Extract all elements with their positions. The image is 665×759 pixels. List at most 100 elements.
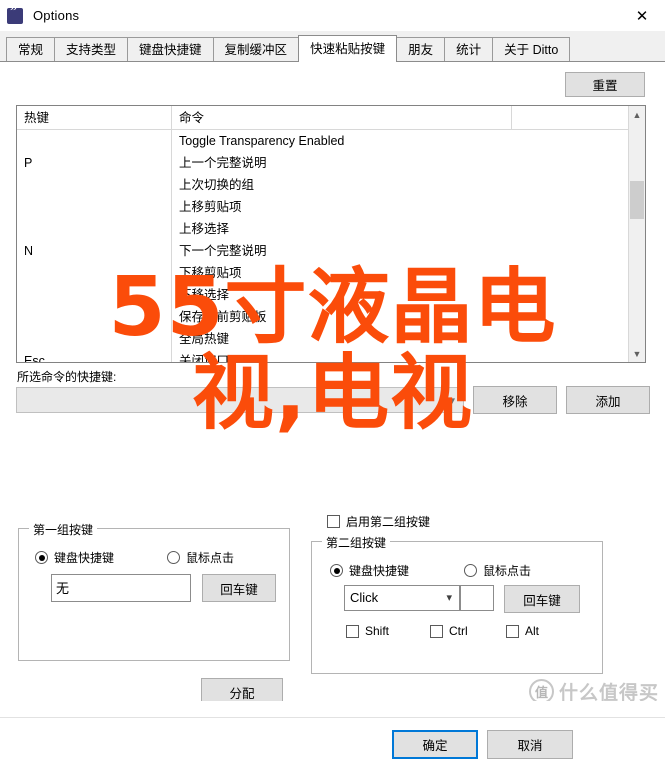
row-hotkey bbox=[17, 130, 172, 152]
radio-button bbox=[167, 551, 180, 564]
table-row[interactable]: 下移选择 bbox=[17, 284, 645, 306]
remove-button[interactable]: 移除 bbox=[473, 386, 557, 414]
chevron-up-icon[interactable]: ▲ bbox=[629, 106, 645, 123]
tab-statistics[interactable]: 统计 bbox=[444, 37, 494, 61]
column-header-hotkey[interactable]: 热键 bbox=[17, 106, 172, 129]
tab-about-ditto[interactable]: 关于 Ditto bbox=[492, 37, 571, 61]
checkbox-box bbox=[506, 624, 519, 638]
group2-radio-mouse[interactable]: 鼠标点击 bbox=[464, 562, 531, 579]
row-hotkey bbox=[17, 218, 172, 240]
row-command: 上移选择 bbox=[179, 222, 230, 236]
column-header-command[interactable]: 命令 bbox=[172, 106, 512, 129]
selected-command-shortcut-label: 所选命令的快捷键: bbox=[17, 370, 117, 384]
row-hotkey: N bbox=[17, 240, 172, 262]
shortcut-combo[interactable]: ▾ bbox=[16, 387, 464, 413]
table-row[interactable]: 上次切换的组 bbox=[17, 174, 645, 196]
group2-click-combo-value: Click bbox=[350, 590, 379, 605]
group2-alt-checkbox[interactable]: Alt bbox=[506, 624, 539, 638]
title-bar: Options ✕ bbox=[0, 0, 665, 31]
table-row[interactable]: 上移选择 bbox=[17, 218, 645, 240]
tab-quick-paste-keys[interactable]: 快速粘贴按键 bbox=[298, 35, 398, 62]
row-command: 上一个完整说明 bbox=[179, 156, 267, 170]
row-command: 关闭窗口 bbox=[179, 354, 230, 363]
ok-button[interactable]: 确定 bbox=[392, 730, 478, 759]
table-row[interactable]: P 上一个完整说明 bbox=[17, 152, 645, 174]
first-key-group-title: 第一组按键 bbox=[29, 521, 98, 538]
bottom-edge-strip bbox=[0, 701, 665, 713]
checkbox-box bbox=[346, 624, 359, 638]
row-command: Toggle Transparency Enabled bbox=[179, 134, 345, 148]
reset-button[interactable]: 重置 bbox=[565, 72, 645, 97]
group1-radio-mouse[interactable]: 鼠标点击 bbox=[167, 549, 234, 566]
tab-friends[interactable]: 朋友 bbox=[396, 37, 446, 61]
group1-key-input[interactable]: 无 bbox=[51, 574, 191, 602]
group2-radio-keyboard-label: 键盘快捷键 bbox=[349, 564, 410, 578]
row-command: 上次切换的组 bbox=[179, 178, 255, 192]
chevron-down-icon: ▾ bbox=[449, 395, 455, 407]
tab-supported-types[interactable]: 支持类型 bbox=[54, 37, 129, 61]
tab-keyboard-shortcuts[interactable]: 键盘快捷键 bbox=[127, 37, 214, 61]
table-row[interactable]: Esc 关闭窗口 bbox=[17, 350, 645, 363]
list-scrollbar[interactable]: ▲ ▼ bbox=[628, 106, 645, 362]
row-command: 全局热键 bbox=[179, 332, 230, 346]
group1-radio-keyboard[interactable]: 键盘快捷键 bbox=[35, 549, 114, 566]
group2-enter-key-button[interactable]: 回车键 bbox=[504, 585, 580, 613]
table-row[interactable]: N 下一个完整说明 bbox=[17, 240, 645, 262]
row-hotkey bbox=[17, 262, 172, 284]
second-key-group: 第二组按键 键盘快捷键 鼠标点击 Click ▾ 回车键 Shift Ctrl … bbox=[311, 534, 603, 674]
group2-shift-checkbox[interactable]: Shift bbox=[346, 624, 389, 638]
row-hotkey: Esc bbox=[17, 350, 172, 362]
row-hotkey bbox=[17, 196, 172, 218]
table-row[interactable]: 下移剪贴项 bbox=[17, 262, 645, 284]
group1-radio-keyboard-label: 键盘快捷键 bbox=[54, 551, 115, 565]
footer-divider bbox=[0, 717, 665, 718]
table-row[interactable]: 全局热键 bbox=[17, 328, 645, 350]
row-command: 下移剪贴项 bbox=[179, 266, 242, 280]
enable-second-group-label: 启用第二组按键 bbox=[346, 515, 431, 529]
table-row[interactable]: 上移剪贴项 bbox=[17, 196, 645, 218]
row-command: 保存当前剪贴板 bbox=[179, 310, 267, 324]
list-rows: Toggle Transparency Enabled P 上一个完整说明 上次… bbox=[17, 130, 645, 363]
row-hotkey bbox=[17, 284, 172, 306]
checkbox-box bbox=[327, 515, 340, 528]
list-header: 热键 命令 bbox=[17, 106, 645, 130]
window-title: Options bbox=[33, 8, 80, 23]
table-row[interactable]: 保存当前剪贴板 bbox=[17, 306, 645, 328]
row-command: 下一个完整说明 bbox=[179, 244, 267, 258]
tab-general[interactable]: 常规 bbox=[6, 37, 56, 61]
group1-enter-key-button[interactable]: 回车键 bbox=[202, 574, 276, 602]
column-header-extra[interactable] bbox=[512, 106, 645, 129]
table-row[interactable]: Toggle Transparency Enabled bbox=[17, 130, 645, 152]
group2-radio-keyboard[interactable]: 键盘快捷键 bbox=[330, 562, 409, 579]
radio-button bbox=[35, 551, 48, 564]
radio-button bbox=[464, 564, 477, 577]
checkbox-box bbox=[430, 624, 443, 638]
group2-ctrl-checkbox[interactable]: Ctrl bbox=[430, 624, 468, 638]
radio-button bbox=[330, 564, 343, 577]
cancel-button[interactable]: 取消 bbox=[487, 730, 573, 759]
close-icon[interactable]: ✕ bbox=[619, 0, 665, 31]
group2-key-input[interactable] bbox=[460, 585, 494, 611]
hotkey-command-list[interactable]: 热键 命令 Toggle Transparency Enabled P 上一个完… bbox=[16, 105, 646, 363]
row-hotkey: P bbox=[17, 152, 172, 174]
quick-paste-keys-panel: 重置 热键 命令 Toggle Transparency Enabled P 上… bbox=[0, 62, 665, 759]
tab-strip: 常规 支持类型 键盘快捷键 复制缓冲区 快速粘贴按键 朋友 统计 关于 Ditt… bbox=[0, 31, 665, 62]
row-hotkey bbox=[17, 174, 172, 196]
ditto-quote-icon bbox=[7, 4, 23, 24]
second-key-group-title: 第二组按键 bbox=[322, 534, 391, 551]
first-key-group: 第一组按键 键盘快捷键 鼠标点击 无 回车键 bbox=[18, 521, 290, 661]
chevron-down-icon[interactable]: ▼ bbox=[629, 345, 645, 362]
group2-radio-mouse-label: 鼠标点击 bbox=[483, 564, 532, 578]
scrollbar-thumb[interactable] bbox=[630, 181, 644, 219]
row-command: 下移选择 bbox=[179, 288, 230, 302]
add-button[interactable]: 添加 bbox=[566, 386, 650, 414]
group2-click-combo[interactable]: Click ▾ bbox=[344, 585, 460, 611]
enable-second-group-checkbox[interactable]: 启用第二组按键 bbox=[327, 513, 430, 530]
group2-shift-label: Shift bbox=[365, 624, 390, 638]
tab-copy-buffers[interactable]: 复制缓冲区 bbox=[212, 37, 300, 61]
row-command: 上移剪贴项 bbox=[179, 200, 242, 214]
group1-radio-mouse-label: 鼠标点击 bbox=[186, 551, 235, 565]
chevron-down-icon: ▾ bbox=[446, 592, 452, 604]
group2-ctrl-label: Ctrl bbox=[449, 624, 468, 638]
row-hotkey bbox=[17, 328, 172, 350]
